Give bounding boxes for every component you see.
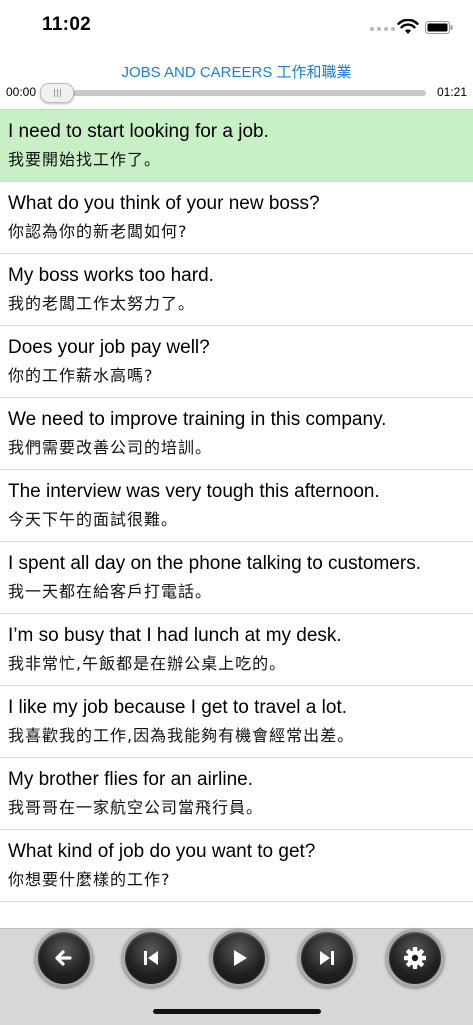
phrase-row[interactable]: My brother flies for an airline. 我哥哥在一家航空… xyxy=(0,758,473,830)
phrase-chinese: 我們需要改善公司的培訓。 xyxy=(8,438,213,457)
next-track-button[interactable] xyxy=(298,929,356,987)
phrase-chinese: 你想要什麼樣的工作? xyxy=(8,870,171,889)
audio-progress-bar: 00:00 01:21 xyxy=(0,82,473,104)
phrase-english: I’m so busy that I had lunch at my desk. xyxy=(8,625,342,646)
home-indicator xyxy=(153,1009,321,1014)
page-title: JOBS AND CAREERS 工作和職業 xyxy=(121,64,352,81)
phrase-row[interactable]: I’m so busy that I had lunch at my desk.… xyxy=(0,614,473,686)
phrase-row[interactable]: I spent all day on the phone talking to … xyxy=(0,542,473,614)
phrase-english: I need to start looking for a job. xyxy=(8,121,269,142)
back-arrow-icon xyxy=(55,950,72,966)
current-time-label: 00:00 xyxy=(6,85,37,99)
total-time-label: 01:21 xyxy=(436,85,467,99)
phrase-chinese: 我要開始找工作了。 xyxy=(8,150,162,169)
gear-icon xyxy=(404,947,426,969)
phrase-english: My brother flies for an airline. xyxy=(8,769,253,790)
status-bar: 11:02 xyxy=(0,0,473,52)
status-time: 11:02 xyxy=(42,14,92,35)
phrase-english: What do you think of your new boss? xyxy=(8,193,320,214)
phrase-row[interactable]: I like my job because I get to travel a … xyxy=(0,686,473,758)
previous-track-icon xyxy=(144,951,158,965)
phrase-chinese: 你的工作薪水高嗎? xyxy=(8,366,154,385)
phrase-chinese: 你認為你的新老闆如何? xyxy=(8,222,188,241)
wifi-icon xyxy=(397,19,419,34)
phrase-row[interactable]: What kind of job do you want to get? 你想要什… xyxy=(0,830,473,902)
phrase-english: What kind of job do you want to get? xyxy=(8,841,316,862)
phrase-row[interactable]: I need to start looking for a job. 我要開始找工… xyxy=(0,110,473,182)
phrase-list[interactable]: I need to start looking for a job. 我要開始找工… xyxy=(0,110,473,928)
phrase-chinese: 今天下午的面試很難。 xyxy=(8,510,179,529)
settings-button[interactable] xyxy=(386,929,444,987)
back-button[interactable] xyxy=(35,929,93,987)
phrase-chinese: 我哥哥在一家航空公司當飛行員。 xyxy=(8,798,264,817)
play-button[interactable] xyxy=(210,929,268,987)
previous-track-button[interactable] xyxy=(122,929,180,987)
phrase-english: We need to improve training in this comp… xyxy=(8,409,387,430)
phrase-english: Does your job pay well? xyxy=(8,337,210,358)
phrase-english: I spent all day on the phone talking to … xyxy=(8,553,421,574)
cellular-signal-icon xyxy=(370,27,395,31)
progress-slider-thumb[interactable] xyxy=(40,83,74,103)
phrase-chinese: 我一天都在給客戶打電話。 xyxy=(8,582,213,601)
progress-track[interactable] xyxy=(48,90,426,96)
play-icon xyxy=(234,950,247,966)
phrase-row[interactable]: Does your job pay well? 你的工作薪水高嗎? xyxy=(0,326,473,398)
phrase-row[interactable]: My boss works too hard. 我的老闆工作太努力了。 xyxy=(0,254,473,326)
phrase-row[interactable]: The interview was very tough this aftern… xyxy=(0,470,473,542)
phrase-chinese: 我喜歡我的工作,因為我能夠有機會經常出差。 xyxy=(8,726,355,745)
phrase-english: I like my job because I get to travel a … xyxy=(8,697,348,718)
battery-icon xyxy=(425,21,453,34)
phrase-chinese: 我非常忙,午飯都是在辦公桌上吃的。 xyxy=(8,654,287,673)
phrase-chinese: 我的老闆工作太努力了。 xyxy=(8,294,196,313)
phrase-english: My boss works too hard. xyxy=(8,265,214,286)
phrase-row[interactable]: We need to improve training in this comp… xyxy=(0,398,473,470)
phrase-row[interactable]: What do you think of your new boss? 你認為你的… xyxy=(0,182,473,254)
phrase-english: The interview was very tough this aftern… xyxy=(8,481,380,502)
next-track-icon xyxy=(320,951,334,965)
